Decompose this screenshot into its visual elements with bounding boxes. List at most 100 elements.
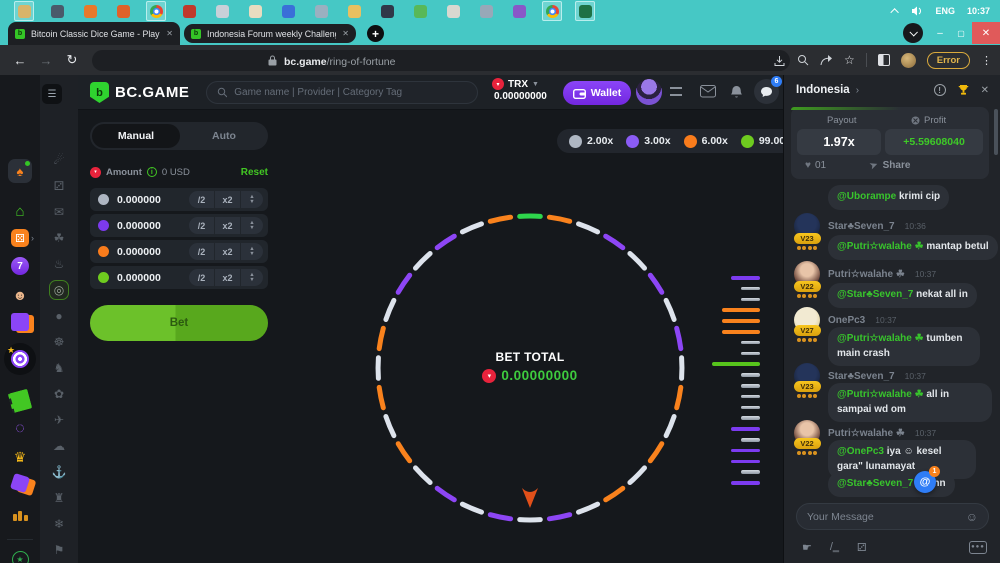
sidebar-game-snow-game[interactable]: ❄ <box>49 514 69 534</box>
sidebar-game-anchor-game[interactable]: ⚓ <box>49 462 69 482</box>
tab1-close-icon[interactable]: ✕ <box>166 29 173 38</box>
bcgame-logo-text[interactable]: BC.GAME <box>115 84 189 101</box>
message-mention[interactable]: @Uborampe <box>837 191 896 202</box>
taskbar-search-tool-icon[interactable] <box>311 1 331 21</box>
taskbar-penguin-app-icon[interactable] <box>377 1 397 21</box>
chat-message-bubble[interactable]: @Star♣Seven_7 nekat all in <box>828 283 977 308</box>
sidebar-game-knight-game[interactable]: ♞ <box>49 358 69 378</box>
sidebar-item-casino-dice[interactable]: ⚄ <box>11 229 29 247</box>
mail-icon[interactable] <box>700 85 716 98</box>
sidebar-game-flower-game[interactable]: ✿ <box>49 384 69 404</box>
taskbar-explorer-icon[interactable] <box>14 1 34 21</box>
sidebar-item-game-cards[interactable] <box>11 313 29 331</box>
taskbar-blue-flag-app-icon[interactable] <box>278 1 298 21</box>
language-indicator[interactable]: ENG <box>935 6 955 16</box>
sidebar-item-bcgame-spade-logo[interactable]: ♠ <box>8 159 32 183</box>
sidebar-item-bonus-star[interactable]: ★ <box>12 551 29 563</box>
sidebar-item-home[interactable]: ⌂ <box>10 201 30 221</box>
user-avatar[interactable] <box>636 79 662 105</box>
taskbar-firefox-icon[interactable] <box>113 1 133 21</box>
casino-expander-icon[interactable]: › <box>31 233 34 243</box>
room-chevron-icon[interactable]: › <box>856 85 859 96</box>
sidebar-game-wheel-game[interactable]: ☸ <box>49 332 69 352</box>
chat-message-input[interactable] <box>807 511 966 523</box>
sidebar-game-ring-of-fortune[interactable]: ◎ <box>49 280 69 300</box>
taskbar-excel-icon[interactable] <box>575 1 595 21</box>
taskbar-golf-app-icon[interactable] <box>443 1 463 21</box>
chat-room-name[interactable]: Indonesia <box>796 84 850 96</box>
sidebar-game-rook-game[interactable]: ♜ <box>49 488 69 508</box>
taskbar-green-character-icon[interactable] <box>410 1 430 21</box>
chat-close-icon[interactable]: ✕ <box>981 85 989 96</box>
sidebar-item-podium[interactable] <box>11 503 29 521</box>
message-username[interactable]: OnePc3 <box>828 315 865 326</box>
profile-error-badge[interactable]: Error <box>927 52 970 69</box>
game-search[interactable] <box>206 81 478 104</box>
like-button[interactable]: ♥01 <box>805 160 826 171</box>
message-mention[interactable]: @Star♣Seven_7 <box>837 289 913 300</box>
sidebar-item-slots-seven[interactable]: 7 <box>11 257 29 275</box>
sidebar-game-hotspring-game[interactable]: ♨ <box>49 254 69 274</box>
window-restore-button[interactable]: ▢ <box>951 22 971 44</box>
sidebar-game-cloud-game[interactable]: ☁ <box>49 436 69 456</box>
sidebar-item-ring-dots[interactable]: ◌ <box>10 419 30 439</box>
taskbar-folder-yellow-icon[interactable] <box>344 1 364 21</box>
message-mention[interactable]: @Star♣Seven_7 <box>837 478 913 489</box>
trophy-icon[interactable] <box>957 84 970 97</box>
sidebar-game-leaf-game[interactable]: ☘ <box>49 228 69 248</box>
message-mention[interactable]: @Putri☆walahe ☘ <box>837 241 924 252</box>
taskbar-red-book-icon[interactable] <box>179 1 199 21</box>
sidebar-item-lottery-ticket[interactable] <box>8 389 32 413</box>
bookmark-star-icon[interactable]: ☆ <box>844 53 855 67</box>
new-tab-button[interactable]: + <box>367 25 384 42</box>
browser-menu-icon[interactable]: ⋮ <box>981 54 992 67</box>
sidebar-game-mail-game[interactable]: ✉ <box>49 202 69 222</box>
clock[interactable]: 10:37 <box>967 6 990 16</box>
taskbar-monitor-app-icon[interactable] <box>47 1 67 21</box>
sidebar-game-plane-game[interactable]: ✈ <box>49 410 69 430</box>
chat-rules-icon[interactable]: ! <box>934 84 946 96</box>
gif-keyboard-icon[interactable]: ●●● <box>969 541 987 554</box>
share-button[interactable]: ➤Share <box>870 160 910 171</box>
message-username[interactable]: Star♣Seven_7 <box>828 371 895 382</box>
message-mention[interactable]: @Putri☆walahe ☘ <box>837 389 924 400</box>
reload-button[interactable]: ↻ <box>62 45 82 75</box>
chat-message-bubble[interactable]: @Putri☆walahe ☘ tumben main crash <box>828 327 980 366</box>
taskbar-grey-app-icon[interactable] <box>476 1 496 21</box>
bcgame-logo-icon[interactable]: b <box>90 82 109 103</box>
tab-indonesia-forum[interactable]: b Indonesia Forum weekly Challeng ✕ <box>184 24 356 43</box>
vip-progress-icon[interactable] <box>670 87 682 96</box>
taskbar-chrome-2-icon[interactable] <box>542 1 562 21</box>
chat-message-bubble[interactable]: @Putri☆walahe ☘ mantap betul <box>828 235 998 260</box>
side-panel-icon[interactable] <box>878 54 890 66</box>
fist-bump-icon[interactable]: ☛ <box>802 541 812 554</box>
wallet-button[interactable]: Wallet <box>563 81 631 105</box>
window-close-button[interactable]: ✕ <box>972 22 1000 44</box>
sidebar-item-pills[interactable] <box>10 473 30 493</box>
sidebar-game-dice-game[interactable]: ⚂ <box>49 176 69 196</box>
sidebar-menu-icon[interactable]: ☰ <box>42 84 62 104</box>
install-icon[interactable] <box>773 54 786 67</box>
sidebar-game-comet-game[interactable]: ☄ <box>49 150 69 170</box>
forward-button[interactable]: → <box>36 45 56 75</box>
sidebar-game-ball-game[interactable]: ● <box>49 306 69 326</box>
share-icon[interactable] <box>820 54 833 66</box>
bell-icon[interactable] <box>730 85 743 100</box>
profile-chevron-button[interactable] <box>903 23 923 43</box>
dice-roll-icon[interactable]: ⚂ <box>857 541 867 554</box>
message-username[interactable]: Putri☆walahe ☘ <box>828 428 905 439</box>
tray-chevron-icon[interactable] <box>891 8 899 16</box>
taskbar-notes-icon[interactable] <box>212 1 232 21</box>
window-minimize-button[interactable]: – <box>930 22 950 44</box>
chat-input[interactable]: ☺ <box>796 503 989 530</box>
tab2-close-icon[interactable]: ✕ <box>342 29 349 38</box>
tab-bitcoin-dice[interactable]: b Bitcoin Classic Dice Game - Play | ✕ <box>8 22 180 45</box>
chat-rules-slash-icon[interactable]: /‗ <box>830 541 839 553</box>
mention-jump-button[interactable]: @ 1 <box>914 471 936 493</box>
chat-message-bubble[interactable]: @Uborampe krimi cip <box>828 185 949 210</box>
address-bar[interactable]: bc.game/ring-of-fortune <box>92 50 790 71</box>
browser-profile-avatar[interactable] <box>901 53 916 68</box>
taskbar-purple-app-icon[interactable] <box>509 1 529 21</box>
message-username[interactable]: Star♣Seven_7 <box>828 221 895 232</box>
sidebar-item-sports-person[interactable]: ☻ <box>10 285 30 305</box>
